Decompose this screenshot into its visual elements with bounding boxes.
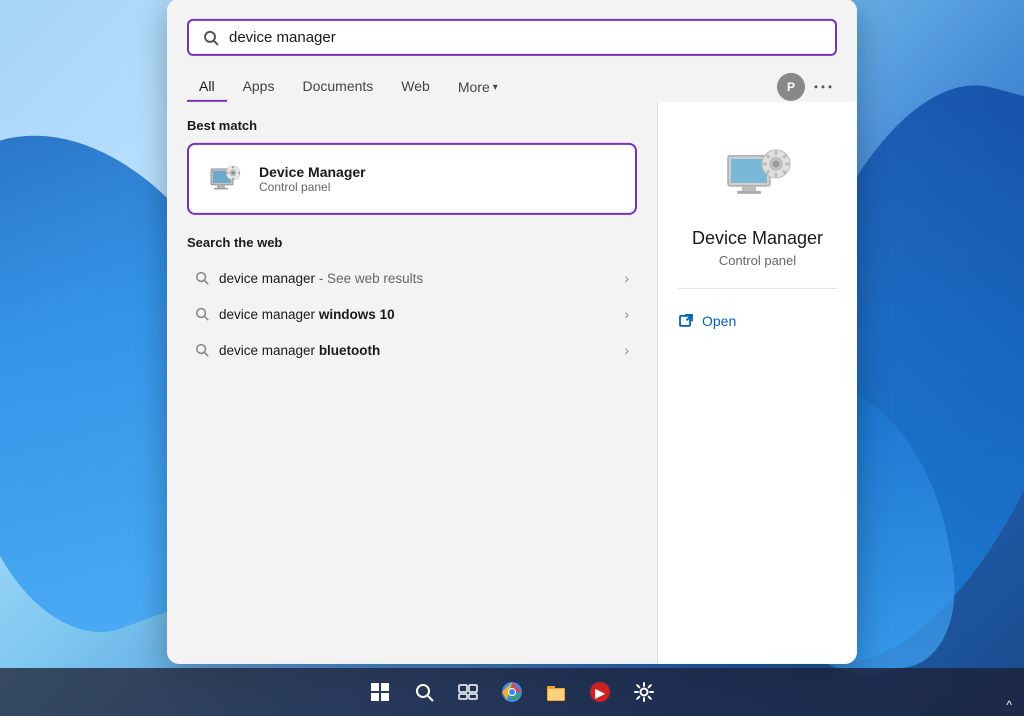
right-panel: Device Manager Control panel Open: [657, 102, 857, 664]
right-app-name: Device Manager: [692, 228, 823, 249]
search-input[interactable]: device manager: [229, 29, 821, 46]
search-header: device manager All Apps Documents Web Mo…: [167, 0, 857, 102]
search-window: device manager All Apps Documents Web Mo…: [167, 0, 857, 664]
web-result-3[interactable]: device manager bluetooth ›: [187, 332, 637, 368]
device-manager-svg-large: [722, 142, 794, 214]
best-match-name: Device Manager: [259, 164, 366, 180]
web-result-1[interactable]: device manager - See web results ›: [187, 260, 637, 296]
search-web-icon-2: [195, 307, 209, 321]
chevron-right-icon-2: ›: [624, 306, 629, 322]
chevron-down-icon: ▾: [493, 81, 498, 92]
profile-button[interactable]: P: [777, 73, 805, 101]
device-manager-icon-large: [722, 142, 794, 214]
chevron-right-icon-3: ›: [624, 342, 629, 358]
left-panel: Best match: [167, 102, 657, 664]
tab-all[interactable]: All: [187, 72, 227, 102]
device-manager-icon-small: [205, 159, 245, 199]
settings-icon[interactable]: [624, 672, 664, 712]
search-input-wrapper[interactable]: device manager: [187, 19, 837, 56]
file-explorer-icon[interactable]: [536, 672, 576, 712]
right-panel-divider: [678, 288, 837, 289]
web-result-text-2: device manager windows 10: [219, 306, 614, 321]
svg-text:▶: ▶: [594, 686, 605, 700]
search-tabs: All Apps Documents Web More ▾ P: [187, 72, 837, 102]
start-icon[interactable]: [360, 672, 400, 712]
remote-icon[interactable]: ▶: [580, 672, 620, 712]
best-match-subtitle: Control panel: [259, 180, 366, 194]
more-options-button[interactable]: [809, 73, 837, 101]
open-icon: [678, 313, 694, 329]
web-search-label: Search the web: [187, 235, 637, 250]
best-match-label: Best match: [187, 118, 637, 133]
search-web-icon-3: [195, 343, 209, 357]
chrome-icon[interactable]: [492, 672, 532, 712]
best-match-item[interactable]: Device Manager Control panel: [187, 143, 637, 215]
task-view-icon[interactable]: [448, 672, 488, 712]
search-icon: [203, 29, 219, 45]
taskbar: ▶ ^: [0, 668, 1024, 716]
taskbar-icons: ▶: [360, 672, 664, 712]
web-result-text-3: device manager bluetooth: [219, 342, 614, 357]
web-result-2[interactable]: device manager windows 10 ›: [187, 296, 637, 332]
tab-documents[interactable]: Documents: [290, 72, 385, 102]
chevron-up-icon[interactable]: ^: [1006, 698, 1012, 712]
search-body: Best match: [167, 102, 857, 664]
search-web-icon-1: [195, 271, 209, 285]
best-match-text: Device Manager Control panel: [259, 164, 366, 194]
web-result-text-1: device manager - See web results: [219, 270, 614, 285]
tab-apps[interactable]: Apps: [231, 72, 287, 102]
tab-more[interactable]: More ▾: [446, 73, 510, 101]
taskbar-right: ^: [1006, 698, 1012, 712]
open-button[interactable]: Open: [678, 305, 837, 337]
open-label: Open: [702, 313, 736, 329]
chevron-right-icon-1: ›: [624, 270, 629, 286]
right-app-subtitle: Control panel: [719, 253, 796, 268]
device-manager-svg-small: [207, 161, 243, 197]
search-taskbar-icon[interactable]: [404, 672, 444, 712]
desktop-background: device manager All Apps Documents Web Mo…: [0, 0, 1024, 716]
tab-web[interactable]: Web: [389, 72, 442, 102]
